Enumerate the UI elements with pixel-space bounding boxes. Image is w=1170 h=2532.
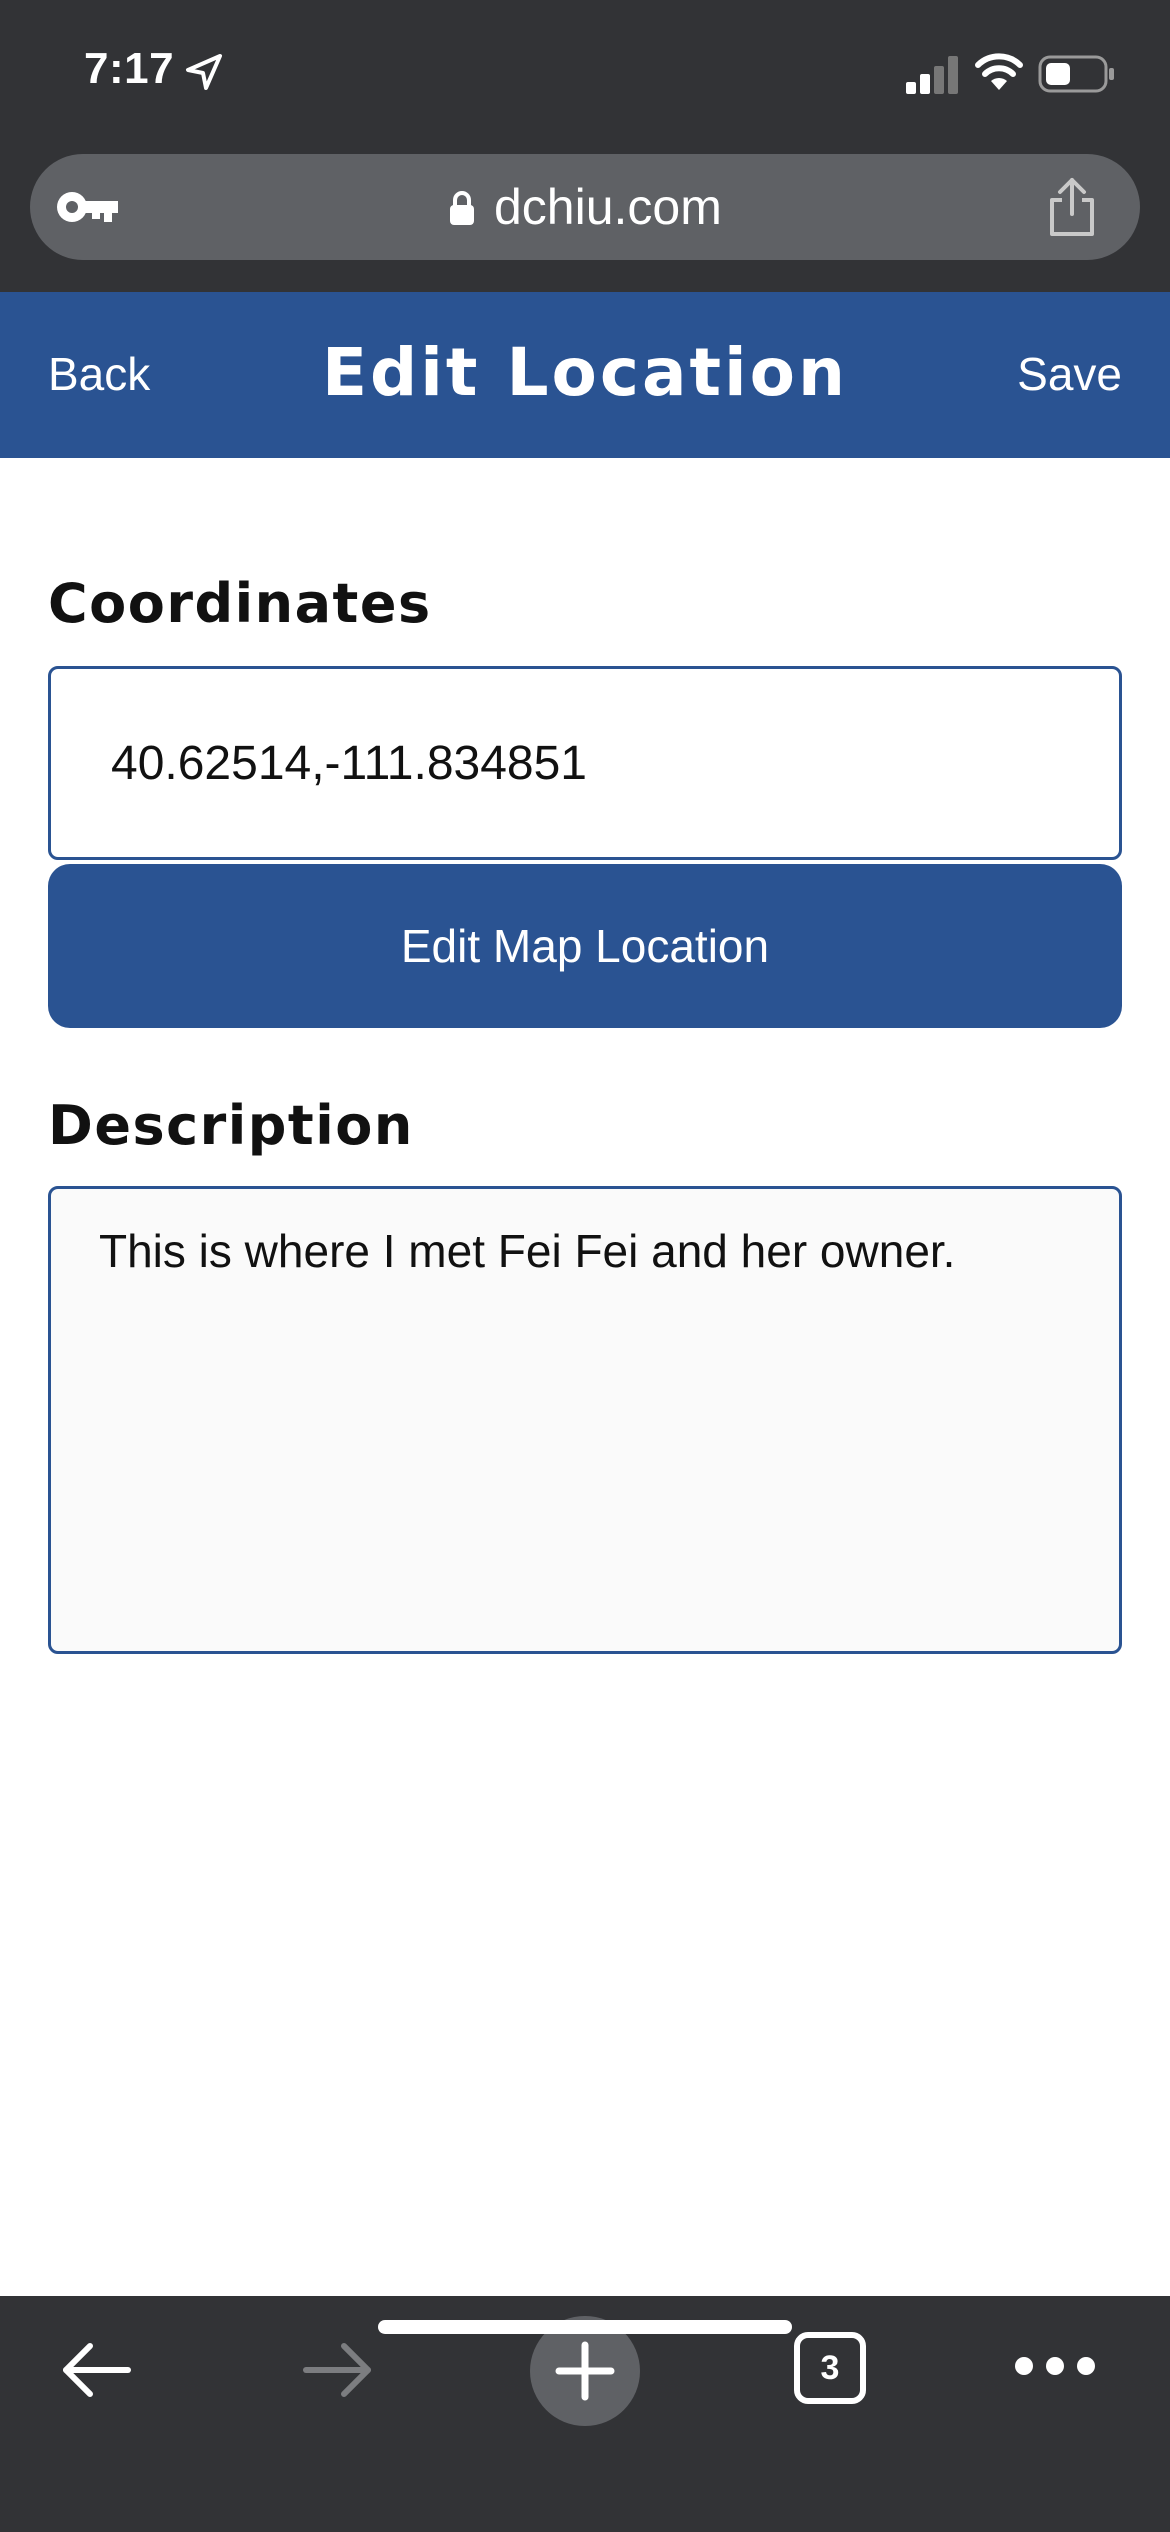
description-label: Description bbox=[48, 1094, 414, 1157]
description-textarea[interactable]: This is where I met Fei Fei and her owne… bbox=[48, 1186, 1122, 1654]
edit-map-location-button[interactable]: Edit Map Location bbox=[48, 864, 1122, 1028]
key-icon[interactable] bbox=[52, 184, 122, 230]
share-icon[interactable] bbox=[1044, 174, 1100, 238]
back-arrow-icon[interactable] bbox=[56, 2330, 136, 2410]
url-text[interactable]: dchiu.com bbox=[494, 178, 722, 236]
lock-icon bbox=[450, 191, 474, 225]
battery-icon bbox=[1038, 55, 1114, 93]
coordinates-input[interactable] bbox=[48, 666, 1122, 860]
new-tab-plus-icon bbox=[555, 2341, 615, 2401]
app-header: Back Edit Location Save bbox=[0, 292, 1170, 458]
browser-top-bar: 7:17 dchiu.com bbox=[0, 0, 1170, 292]
page-title: Edit Location bbox=[321, 334, 849, 411]
save-button[interactable]: Save bbox=[1017, 344, 1122, 404]
tabs-icon[interactable]: 3 bbox=[794, 2332, 866, 2404]
home-indicator[interactable] bbox=[378, 2320, 792, 2334]
coordinates-label: Coordinates bbox=[48, 572, 432, 635]
status-time: 7:17 bbox=[84, 44, 175, 93]
more-icon[interactable] bbox=[1010, 2346, 1100, 2386]
cellular-signal-icon bbox=[906, 56, 958, 94]
forward-arrow-icon[interactable] bbox=[298, 2330, 378, 2410]
address-bar[interactable]: dchiu.com bbox=[30, 154, 1140, 260]
location-arrow-icon bbox=[186, 54, 222, 90]
wifi-icon bbox=[975, 53, 1023, 90]
